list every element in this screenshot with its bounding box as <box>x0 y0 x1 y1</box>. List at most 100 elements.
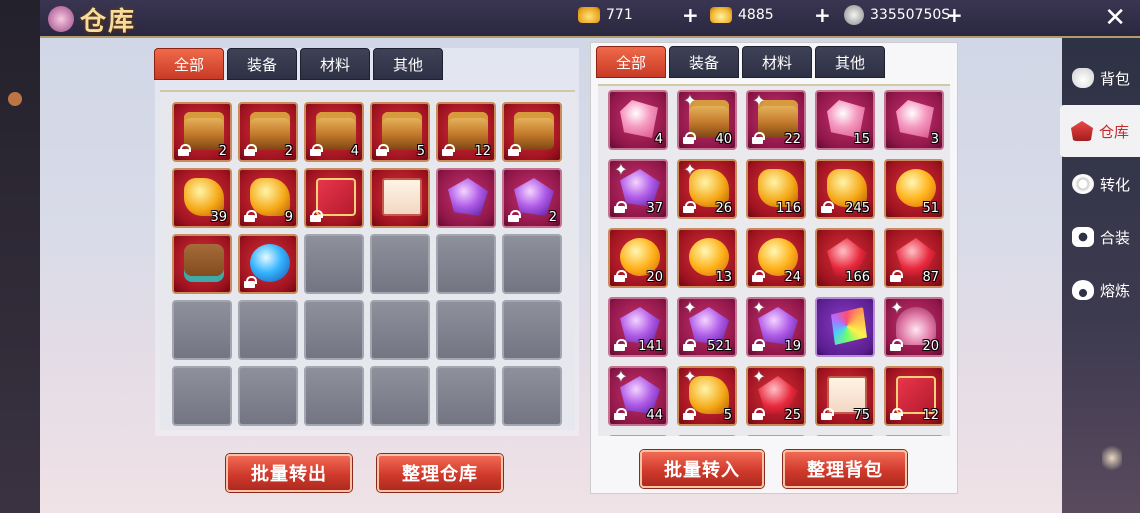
item-slot[interactable]: ✦ 37 <box>608 159 668 219</box>
backpack-tab-other[interactable]: 其他 <box>815 46 885 78</box>
item-slot[interactable]: 12 <box>884 366 944 426</box>
add-gold-button[interactable]: + <box>682 4 699 26</box>
batch-transfer-out-button[interactable]: 批量转出 <box>226 454 352 492</box>
empty-slot[interactable] <box>172 366 232 426</box>
item-slot[interactable]: 4 <box>304 102 364 162</box>
empty-slot[interactable] <box>502 300 562 360</box>
empty-slot[interactable] <box>304 300 364 360</box>
empty-slot[interactable] <box>436 366 496 426</box>
empty-slot[interactable] <box>436 300 496 360</box>
item-slot[interactable]: ✦ 25 <box>746 366 806 426</box>
top-bar: 仓库 771 + 4885 + 33550750S + ✕ <box>40 0 1140 38</box>
backpack-grid: 4 ✦ 40 ✦ 22 15 3 ✦ 37 ✦ 26 116 245 51 20 13 24 166 87 141 ✦ 5… <box>598 84 950 436</box>
batch-transfer-in-button[interactable]: 批量转入 <box>640 450 764 488</box>
item-slot[interactable] <box>815 297 875 357</box>
item-slot[interactable]: ✦ 40 <box>677 90 737 150</box>
ingot-resource: 4885 <box>710 4 774 26</box>
item-count: 12 <box>474 144 491 159</box>
empty-slot[interactable] <box>370 300 430 360</box>
lock-icon <box>752 270 765 282</box>
empty-slot[interactable] <box>884 435 944 436</box>
item-slot[interactable] <box>436 168 496 228</box>
sidenav-item[interactable]: 转化 <box>1062 158 1140 210</box>
item-slot[interactable]: 116 <box>746 159 806 219</box>
item-slot[interactable]: 5 <box>370 102 430 162</box>
sidenav-item[interactable]: 背包 <box>1062 52 1140 104</box>
warehouse-tab-equipment[interactable]: 装备 <box>227 48 297 80</box>
sidenav-item[interactable]: 仓库 <box>1060 105 1140 157</box>
item-count: 75 <box>853 408 870 423</box>
item-slot[interactable]: 2 <box>172 102 232 162</box>
item-slot[interactable]: 20 <box>608 228 668 288</box>
item-slot[interactable]: 3 <box>884 90 944 150</box>
gold-resource: 771 <box>578 4 633 26</box>
item-count: 40 <box>715 132 732 147</box>
item-slot[interactable] <box>370 168 430 228</box>
empty-slot[interactable] <box>502 234 562 294</box>
item-slot[interactable]: 13 <box>677 228 737 288</box>
warehouse-tab-other[interactable]: 其他 <box>373 48 443 80</box>
empty-slot[interactable] <box>746 435 806 436</box>
item-slot[interactable] <box>502 102 562 162</box>
empty-slot[interactable] <box>238 366 298 426</box>
item-slot[interactable]: ✦ 19 <box>746 297 806 357</box>
sidenav-item[interactable]: 熔炼 <box>1062 264 1140 316</box>
item-slot[interactable]: 75 <box>815 366 875 426</box>
item-slot[interactable]: 2 <box>238 102 298 162</box>
empty-slot[interactable] <box>304 366 364 426</box>
flower-deco-icon <box>8 92 22 106</box>
item-slot[interactable]: ✦ 5 <box>677 366 737 426</box>
empty-slot[interactable] <box>608 435 668 436</box>
add-ingot-button[interactable]: + <box>814 4 831 26</box>
organize-backpack-button[interactable]: 整理背包 <box>783 450 907 488</box>
empty-slot[interactable] <box>370 234 430 294</box>
empty-slot[interactable] <box>436 234 496 294</box>
item-slot[interactable] <box>304 168 364 228</box>
item-slot[interactable]: 87 <box>884 228 944 288</box>
item-slot[interactable]: 4 <box>608 90 668 150</box>
sidenav-label: 合装 <box>1099 228 1130 247</box>
warehouse-tab-all[interactable]: 全部 <box>154 48 224 80</box>
page-title: 仓库 <box>80 6 137 37</box>
item-slot[interactable]: 39 <box>172 168 232 228</box>
item-slot[interactable]: ✦ 20 <box>884 297 944 357</box>
item-slot[interactable]: 15 <box>815 90 875 150</box>
item-slot[interactable]: ✦ 44 <box>608 366 668 426</box>
item-count: 2 <box>548 210 557 225</box>
item-slot[interactable] <box>238 234 298 294</box>
lock-icon <box>376 144 389 156</box>
item-slot[interactable]: 24 <box>746 228 806 288</box>
sidenav-item[interactable]: 合装 <box>1062 211 1140 263</box>
empty-slot[interactable] <box>370 366 430 426</box>
item-slot[interactable]: ✦ 22 <box>746 90 806 150</box>
empty-slot[interactable] <box>304 234 364 294</box>
lock-icon <box>178 144 191 156</box>
sparkle-icon: ✦ <box>683 298 697 317</box>
item-slot[interactable]: 166 <box>815 228 875 288</box>
lock-icon <box>683 339 696 351</box>
item-slot[interactable]: ✦ 26 <box>677 159 737 219</box>
empty-slot[interactable] <box>172 300 232 360</box>
item-slot[interactable]: 141 <box>608 297 668 357</box>
add-silver-button[interactable]: + <box>946 4 963 26</box>
item-count: 22 <box>784 132 801 147</box>
item-slot[interactable]: 245 <box>815 159 875 219</box>
item-slot[interactable]: 12 <box>436 102 496 162</box>
empty-slot[interactable] <box>815 435 875 436</box>
empty-slot[interactable] <box>502 366 562 426</box>
sparkle-deco-icon <box>1102 443 1122 473</box>
close-button[interactable]: ✕ <box>1104 2 1126 34</box>
backpack-tab-materials[interactable]: 材料 <box>742 46 812 78</box>
warehouse-tab-materials[interactable]: 材料 <box>300 48 370 80</box>
sidenav-label: 转化 <box>1099 175 1130 194</box>
item-slot[interactable]: 2 <box>502 168 562 228</box>
item-slot[interactable]: 9 <box>238 168 298 228</box>
empty-slot[interactable] <box>238 300 298 360</box>
backpack-tab-equipment[interactable]: 装备 <box>669 46 739 78</box>
organize-warehouse-button[interactable]: 整理仓库 <box>377 454 503 492</box>
item-slot[interactable]: 51 <box>884 159 944 219</box>
item-slot[interactable]: ✦ 521 <box>677 297 737 357</box>
item-slot[interactable] <box>172 234 232 294</box>
backpack-tab-all[interactable]: 全部 <box>596 46 666 78</box>
empty-slot[interactable] <box>677 435 737 436</box>
